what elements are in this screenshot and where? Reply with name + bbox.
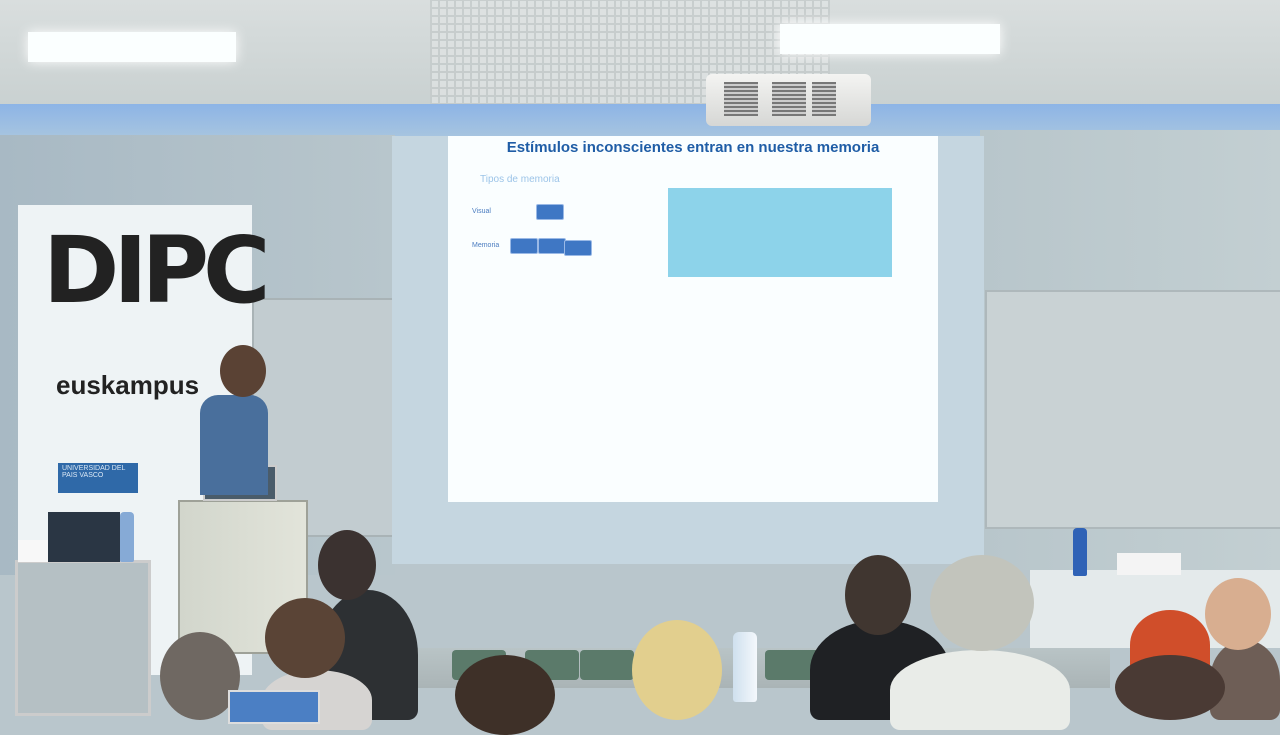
audience-head — [930, 555, 1034, 651]
slide-image-box — [668, 188, 892, 277]
water-bottle — [1073, 528, 1087, 576]
slide-subtitle: Tipos de memoria — [480, 174, 560, 185]
banner-text: euskampus — [56, 370, 200, 400]
chair — [580, 650, 634, 680]
whiteboard — [985, 290, 1280, 529]
speaker-head — [220, 345, 266, 397]
slide-title: Estímulos inconscientes entran en nuestr… — [506, 139, 880, 156]
speaker-body — [200, 395, 268, 495]
audience-member — [890, 650, 1070, 730]
slide-diagram-node — [510, 238, 538, 254]
audience-head — [632, 620, 722, 720]
ceiling-projector — [706, 74, 871, 126]
name-card — [1117, 553, 1181, 575]
ceiling — [0, 0, 1280, 112]
slide-row-label: Visual — [472, 208, 491, 215]
ceiling-light — [780, 24, 1000, 54]
projector-vent — [724, 82, 758, 116]
audience-head — [1205, 578, 1271, 650]
audience-head — [318, 530, 376, 600]
audience-head — [1115, 655, 1225, 720]
audience-laptop — [228, 690, 320, 724]
slide-diagram-node — [538, 238, 566, 254]
slide-diagram-node — [564, 240, 592, 256]
water-bottle — [120, 512, 134, 562]
laptop — [48, 512, 120, 562]
audience-head — [455, 655, 555, 735]
banner-logo: DIPC — [43, 217, 271, 324]
projector-vent — [772, 82, 806, 116]
projected-slide: Estímulos inconscientes entran en nuestr… — [448, 136, 938, 502]
projector-vent — [812, 82, 836, 116]
side-table — [15, 560, 151, 716]
ceiling-tile — [430, 0, 620, 105]
audience-head — [265, 598, 345, 678]
banner-badge: UNIVERSIDAD DEL PAIS VASCO — [58, 463, 138, 493]
slide-row-label: Memoria — [472, 242, 500, 249]
slide-diagram-node — [536, 204, 564, 220]
ceiling-light — [28, 32, 236, 62]
audience-head — [845, 555, 911, 635]
water-bottle — [733, 632, 757, 702]
